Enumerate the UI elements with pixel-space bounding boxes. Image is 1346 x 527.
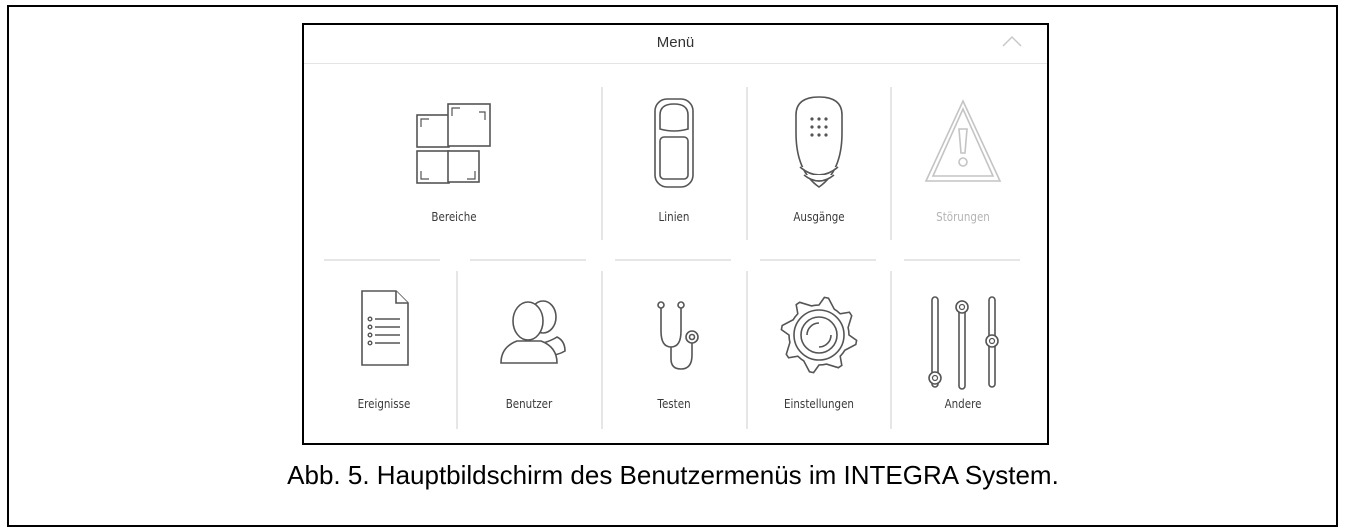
zone-detector-icon [654,98,694,188]
tile-ereignisse[interactable]: Ereignisse [314,265,454,435]
tile-label: Ereignisse [357,397,411,411]
figure-caption: Abb. 5. Hauptbildschirm des Benutzermenü… [287,460,1059,490]
chevron-up-icon [1002,35,1022,47]
tile-einstellungen[interactable]: Einstellungen [749,265,889,435]
tile-label: Ausgänge [793,210,845,224]
tile-label: Benutzer [505,397,553,411]
row-separator [324,259,440,261]
gear-outline [780,296,858,374]
tile-separator [601,271,603,429]
siren-output-icon [795,96,843,188]
partitions-icon [416,103,491,184]
tile-label: Linien [658,210,690,224]
tile-label: Störungen [936,210,990,224]
tile-separator [601,87,603,240]
row-separator [470,259,586,261]
tile-separator [746,271,748,429]
row-separator [615,259,731,261]
event-log-document-icon [361,290,409,366]
tile-label: Einstellungen [784,397,854,411]
menu-title: Menü [656,34,695,51]
tile-label: Andere [944,397,982,411]
collapse-button[interactable] [999,31,1025,53]
tile-testen[interactable]: Testen [604,265,744,435]
tile-benutzer[interactable]: Benutzer [459,265,599,435]
tile-label: Testen [657,397,691,411]
tile-ausgaenge[interactable]: Ausgänge [749,75,889,245]
tile-separator [746,87,748,240]
tile-separator [456,271,458,429]
tile-linien[interactable]: Linien [604,75,744,245]
gear-icon [780,296,858,374]
users-icon [500,300,566,364]
menu-header: Menü [304,25,1047,64]
sliders-icon [928,296,999,390]
tile-stoerungen[interactable]: Störungen [893,75,1033,245]
tile-bereiche[interactable]: Bereiche [314,75,594,245]
row-separator [904,259,1020,261]
row-separator [760,259,876,261]
warning-triangle-icon [924,99,1002,182]
tile-label: Bereiche [431,210,477,224]
stethoscope-icon [657,301,699,370]
keypad-screen: Menü Bereiche Linien Ausgänge Störungen … [302,23,1049,445]
tile-andere[interactable]: Andere [893,265,1033,435]
tile-separator [890,271,892,429]
gear-teeth [780,296,858,374]
tile-separator [890,87,892,240]
